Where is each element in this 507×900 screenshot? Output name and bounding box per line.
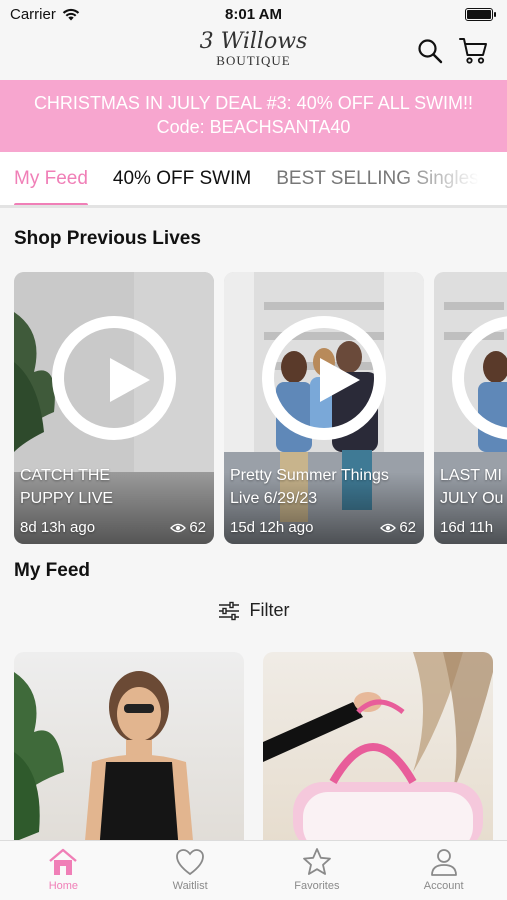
- wifi-icon: [62, 8, 80, 20]
- play-icon[interactable]: [262, 316, 386, 440]
- app-header: 3 Willows BOUTIQUE: [0, 28, 507, 80]
- cart-button[interactable]: [459, 36, 489, 66]
- app-screen: Carrier 8:01 AM 3 Willows BOUTIQUE CHRIS…: [0, 0, 507, 900]
- feed-tabs: My Feed 40% OFF SWIM BEST SELLING Single…: [0, 152, 507, 208]
- nav-waitlist[interactable]: Waitlist: [127, 841, 254, 900]
- live-title: Pretty Summer Things Live 6/29/23: [230, 467, 389, 507]
- nav-label: Waitlist: [172, 880, 208, 892]
- nav-label: Favorites: [294, 880, 340, 892]
- battery-icon: [465, 7, 496, 21]
- product-card[interactable]: [14, 652, 244, 852]
- live-meta: 15d 12h ago 62: [230, 519, 416, 536]
- star-icon: [302, 848, 331, 875]
- live-meta: 16d 11h: [440, 519, 507, 536]
- play-icon[interactable]: [52, 316, 176, 440]
- product-image: [263, 652, 493, 852]
- person-icon: [430, 849, 457, 876]
- heart-icon: [176, 849, 205, 876]
- bottom-nav: Home Waitlist Favorites Account: [0, 840, 507, 900]
- tab-my-feed[interactable]: My Feed: [14, 152, 88, 205]
- view-count: 62: [189, 519, 206, 536]
- product-image: [14, 671, 194, 852]
- tab-40-off-swim[interactable]: 40% OFF SWIM: [113, 152, 251, 205]
- search-icon: [418, 39, 443, 64]
- cart-icon: [459, 38, 487, 64]
- section-title-feed: My Feed: [14, 560, 91, 581]
- view-count: 62: [399, 519, 416, 536]
- live-card[interactable]: LAST MI JULY Ou 16d 11h: [434, 272, 507, 544]
- section-title-lives: Shop Previous Lives: [14, 228, 201, 249]
- live-title: LAST MI JULY Ou: [440, 467, 504, 507]
- live-card[interactable]: Pretty Summer Things Live 6/29/23 15d 12…: [224, 272, 424, 544]
- live-meta: 8d 13h ago 62: [20, 519, 206, 536]
- status-bar: Carrier 8:01 AM: [0, 0, 507, 28]
- live-card[interactable]: CATCH THE PUPPY LIVE 8d 13h ago 62: [14, 272, 214, 544]
- eye-icon: [380, 523, 397, 532]
- filter-label: Filter: [249, 600, 290, 620]
- search-button[interactable]: [415, 36, 445, 66]
- nav-home[interactable]: Home: [0, 841, 127, 900]
- nav-favorites[interactable]: Favorites: [254, 841, 381, 900]
- lives-carousel[interactable]: CATCH THE PUPPY LIVE 8d 13h ago 62 Prett…: [14, 272, 507, 544]
- live-age: 16d 11h: [440, 519, 494, 536]
- live-title: CATCH THE PUPPY LIVE: [20, 467, 114, 507]
- sliders-icon: [218, 601, 239, 620]
- eye-icon: [170, 523, 187, 532]
- carrier-label: Carrier: [10, 5, 56, 23]
- product-card[interactable]: [263, 652, 493, 852]
- promo-headline: CHRISTMAS IN JULY DEAL #3: 40% OFF ALL S…: [33, 93, 474, 113]
- filter-button[interactable]: Filter: [0, 600, 507, 621]
- promo-banner[interactable]: CHRISTMAS IN JULY DEAL #3: 40% OFF ALL S…: [0, 80, 507, 152]
- nav-label: Account: [423, 880, 464, 892]
- live-age: 15d 12h ago: [230, 519, 314, 536]
- live-age: 8d 13h ago: [20, 519, 96, 536]
- tab-best-selling[interactable]: BEST SELLING Singles: [276, 152, 478, 205]
- nav-account[interactable]: Account: [380, 841, 507, 900]
- home-icon: [49, 848, 78, 875]
- nav-label: Home: [48, 880, 79, 892]
- promo-code: Code: BEACHSANTA40: [156, 117, 351, 137]
